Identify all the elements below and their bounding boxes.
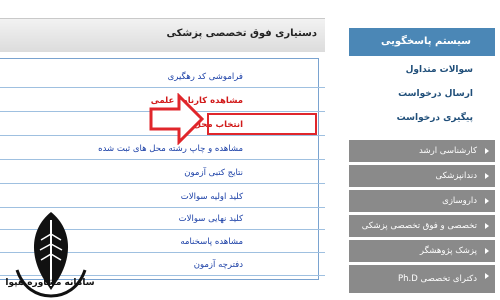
- arrow-icon: [486, 273, 490, 279]
- panel-title: دستیاری فوق تخصصی پزشکی: [0, 18, 326, 52]
- pointer-arrow-icon: [150, 93, 206, 145]
- sidebar-item-medical-specialty[interactable]: تخصصی و فوق تخصصی پزشکی: [350, 215, 496, 237]
- sidebar-header: سیستم پاسخگویی: [350, 28, 496, 56]
- arrow-icon: [486, 223, 490, 229]
- menu-item-forgot-tracking-code[interactable]: فراموشی کد رهگیری: [0, 66, 327, 88]
- arrow-icon: [486, 198, 490, 204]
- menu-item-written-results[interactable]: نتایج کتبی آزمون: [0, 162, 326, 184]
- sidebar: سیستم پاسخگویی سوالات متداول ارسال درخوا…: [340, 0, 500, 300]
- sidebar-item-label: داروسازی: [443, 196, 478, 206]
- sidebar-link-track-request[interactable]: پیگیری درخواست: [350, 108, 496, 128]
- highlight-box: [208, 113, 318, 135]
- sidebar-menu: کارشناسی ارشد دندانپزشکی داروسازی تخصصی …: [350, 140, 496, 296]
- sidebar-item-label: دکترای تخصصی Ph.D: [399, 274, 478, 284]
- arrow-icon: [486, 173, 490, 179]
- menu-item-answer-sheet[interactable]: مشاهده پاسخنامه: [0, 231, 326, 253]
- sidebar-item-pharmacy[interactable]: داروسازی: [350, 190, 496, 212]
- menu-item-initial-key[interactable]: کلید اولیه سوالات: [0, 186, 327, 208]
- sidebar-link-send-request[interactable]: ارسال درخواست: [350, 84, 496, 104]
- sidebar-item-phd[interactable]: دکترای تخصصی Ph.D: [350, 265, 496, 293]
- sidebar-item-label: پزشک پژوهشگر: [420, 246, 478, 256]
- sidebar-item-masters[interactable]: کارشناسی ارشد: [350, 140, 496, 162]
- arrow-icon: [486, 248, 490, 254]
- sidebar-item-researcher[interactable]: پزشک پژوهشگر: [350, 240, 496, 262]
- sidebar-link-faq[interactable]: سوالات متداول: [350, 60, 496, 80]
- menu-item-exam-booklet[interactable]: دفترچه آزمون: [0, 254, 327, 276]
- sidebar-item-label: کارشناسی ارشد: [420, 146, 478, 156]
- sidebar-item-label: تخصصی و فوق تخصصی پزشکی: [362, 221, 478, 231]
- sidebar-item-dentistry[interactable]: دندانپزشکی: [350, 165, 496, 187]
- logo-text: سامانه مشاوره هپوا: [6, 278, 96, 288]
- sidebar-item-label: دندانپزشکی: [436, 171, 479, 181]
- menu-item-final-key[interactable]: کلید نهایی سوالات: [0, 208, 327, 230]
- arrow-icon: [486, 148, 490, 154]
